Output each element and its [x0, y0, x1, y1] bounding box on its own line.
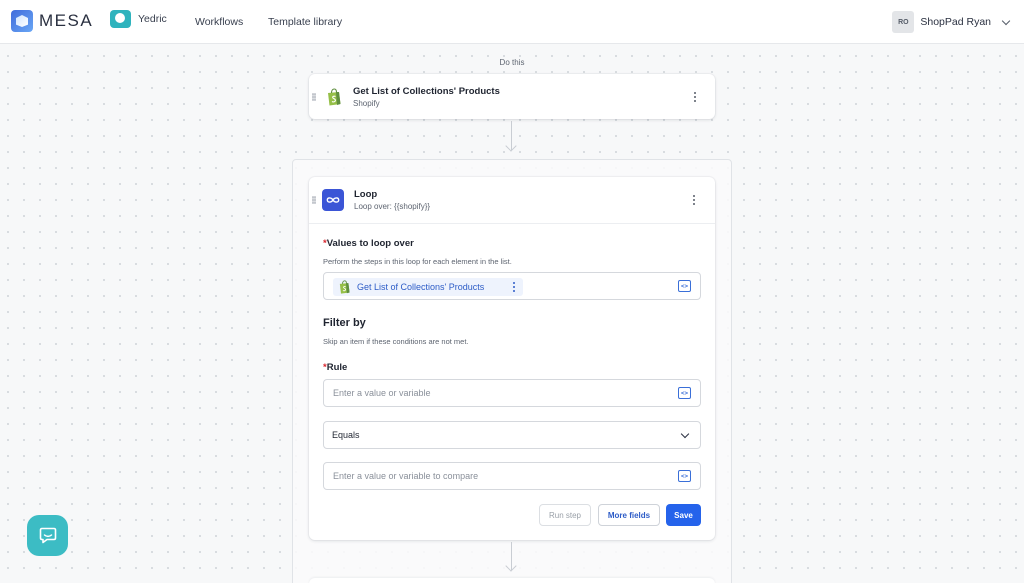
workspace-switcher[interactable]: Yedric: [110, 10, 167, 28]
values-input[interactable]: Get List of Collections' Products <>: [323, 272, 701, 300]
compare-value-placeholder: Enter a value or variable to compare: [333, 471, 479, 481]
step-card-get-products[interactable]: Get List of Collections' Products Shopif…: [309, 74, 715, 119]
help-chat-button[interactable]: [27, 515, 68, 556]
shopify-icon: [328, 88, 341, 106]
loop-subtitle: Loop over: {{shopify}}: [354, 202, 431, 211]
drag-handle-icon[interactable]: [312, 196, 316, 204]
values-help-text: Perform the steps in this loop for each …: [323, 257, 512, 266]
variable-chip[interactable]: Get List of Collections' Products: [333, 278, 523, 296]
next-step-card[interactable]: [309, 578, 715, 583]
shopify-icon: [339, 280, 350, 294]
rule-field-label: *Rule: [323, 362, 348, 373]
workspace-icon: [110, 10, 131, 28]
brand-name: MESA: [39, 11, 94, 30]
loop-menu-kebab-icon[interactable]: [689, 194, 699, 206]
step-title: Get List of Collections' Products: [353, 86, 500, 97]
run-step-button[interactable]: Run step: [539, 504, 591, 526]
operator-select[interactable]: Equals: [323, 421, 701, 449]
more-fields-button[interactable]: More fields: [598, 504, 660, 526]
top-navigation-bar: MESA Yedric Workflows Template library R…: [0, 0, 1024, 44]
chip-menu-kebab-icon[interactable]: [509, 281, 519, 293]
drag-handle-icon[interactable]: [312, 93, 316, 101]
insert-variable-icon[interactable]: <>: [678, 280, 691, 292]
compare-value-input[interactable]: Enter a value or variable to compare <>: [323, 462, 701, 490]
operator-selected-value: Equals: [332, 430, 360, 440]
loop-title: Loop: [354, 189, 378, 200]
save-button[interactable]: Save: [666, 504, 701, 526]
section-label-do-this: Do this: [499, 58, 525, 67]
variable-chip-label: Get List of Collections' Products: [357, 282, 485, 292]
nav-workflows[interactable]: Workflows: [195, 16, 243, 28]
filter-section-title: Filter by: [323, 317, 366, 329]
arrow-down-icon: [505, 140, 517, 152]
nav-template-library[interactable]: Template library: [268, 16, 342, 28]
loop-infinity-icon: [322, 189, 344, 211]
insert-variable-icon[interactable]: <>: [678, 470, 691, 482]
user-name: ShopPad Ryan: [920, 16, 991, 28]
chat-bubble-icon: [39, 527, 56, 544]
mesa-logo-icon: [11, 10, 33, 32]
step-menu-kebab-icon[interactable]: [690, 91, 700, 103]
user-menu[interactable]: RO ShopPad Ryan: [892, 11, 1011, 33]
divider: [309, 223, 715, 224]
chevron-down-icon: [680, 429, 690, 439]
filter-help-text: Skip an item if these conditions are not…: [323, 337, 469, 346]
step-card-loop[interactable]: Loop Loop over: {{shopify}} *Values to l…: [309, 177, 715, 540]
values-field-label: *Values to loop over: [323, 238, 414, 249]
mesa-logo[interactable]: MESA: [11, 10, 93, 32]
insert-variable-icon[interactable]: <>: [678, 387, 691, 399]
step-app-name: Shopify: [353, 99, 380, 108]
avatar: RO: [892, 11, 915, 33]
chevron-down-icon: [1001, 16, 1011, 25]
workspace-name: Yedric: [138, 13, 167, 25]
rule-value-input[interactable]: Enter a value or variable <>: [323, 379, 701, 407]
rule-value-placeholder: Enter a value or variable: [333, 388, 431, 398]
